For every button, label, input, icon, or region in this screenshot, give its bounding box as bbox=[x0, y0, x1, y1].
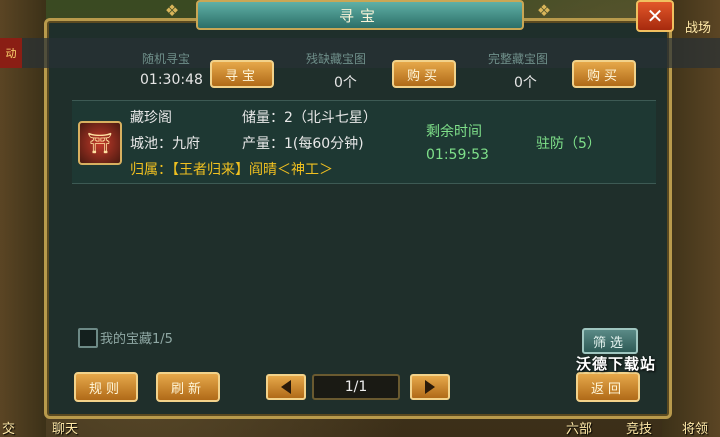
hunt-button[interactable]: 寻宝 bbox=[210, 60, 274, 88]
buy-complete-map-button[interactable]: 购买 bbox=[572, 60, 636, 88]
rules-button[interactable]: 规则 bbox=[74, 372, 138, 402]
my-treasure-label: 我的宝藏1/5 bbox=[100, 332, 173, 347]
panel-title: 寻宝 bbox=[196, 0, 524, 30]
random-hunt-label: 随机寻宝 bbox=[142, 52, 191, 66]
treasure-entry-row[interactable]: ⛩ 藏珍阁 城池：九府 归属：【王者归来】阎晴＜神工＞ 储量：2（北斗七星） 产… bbox=[72, 100, 656, 184]
broken-map-label: 残缺藏宝图 bbox=[306, 52, 367, 66]
treasure-city: 城池：九府 bbox=[130, 136, 200, 152]
site-watermark: 沃德下载站 bbox=[576, 355, 657, 373]
my-treasure-checkbox[interactable] bbox=[78, 328, 98, 348]
arrow-left-icon bbox=[281, 380, 291, 394]
six-dept-nav[interactable]: 六部 bbox=[566, 418, 592, 437]
contest-nav[interactable]: 竞技 bbox=[626, 418, 652, 437]
complete-map-count: 0个 bbox=[514, 75, 537, 91]
treasure-storage: 储量：2（北斗七星） bbox=[242, 110, 377, 126]
remaining-time-label: 剩余时间 bbox=[426, 124, 482, 140]
buy-broken-map-button[interactable]: 购买 bbox=[392, 60, 456, 88]
battlefield-nav-button[interactable]: 战场 bbox=[676, 2, 720, 36]
close-button[interactable]: ✕ bbox=[636, 0, 674, 32]
left-event-tab[interactable]: 动 bbox=[0, 38, 22, 68]
chat-nav[interactable]: 聊天 bbox=[52, 418, 78, 437]
page-indicator: 1/1 bbox=[312, 374, 400, 400]
remaining-time-value: 01:59:53 bbox=[426, 147, 489, 163]
broken-map-count: 0个 bbox=[334, 75, 357, 91]
next-page-button[interactable] bbox=[410, 374, 450, 400]
general-nav[interactable]: 将领 bbox=[682, 418, 708, 437]
complete-map-label: 完整藏宝图 bbox=[488, 52, 549, 66]
garrison-count[interactable]: 驻防（5） bbox=[536, 133, 601, 153]
back-button[interactable]: 返回 bbox=[576, 372, 640, 402]
random-hunt-timer: 01:30:48 bbox=[140, 72, 203, 88]
treasure-name: 藏珍阁 bbox=[130, 110, 172, 126]
prev-page-button[interactable] bbox=[266, 374, 306, 400]
left-ornament-icon: ❖ bbox=[164, 1, 180, 20]
treasure-owner: 归属：【王者归来】阎晴＜神工＞ bbox=[130, 162, 333, 178]
refresh-button[interactable]: 刷新 bbox=[156, 372, 220, 402]
filter-button[interactable]: 筛选 bbox=[582, 328, 638, 354]
left-edge-nav[interactable]: 交 bbox=[2, 418, 15, 437]
close-icon: ✕ bbox=[646, 4, 664, 28]
treasure-output: 产量：1(每60分钟) bbox=[242, 136, 364, 152]
pagoda-icon: ⛩ bbox=[78, 121, 122, 165]
right-ornament-icon: ❖ bbox=[536, 1, 552, 20]
arrow-right-icon bbox=[425, 380, 435, 394]
